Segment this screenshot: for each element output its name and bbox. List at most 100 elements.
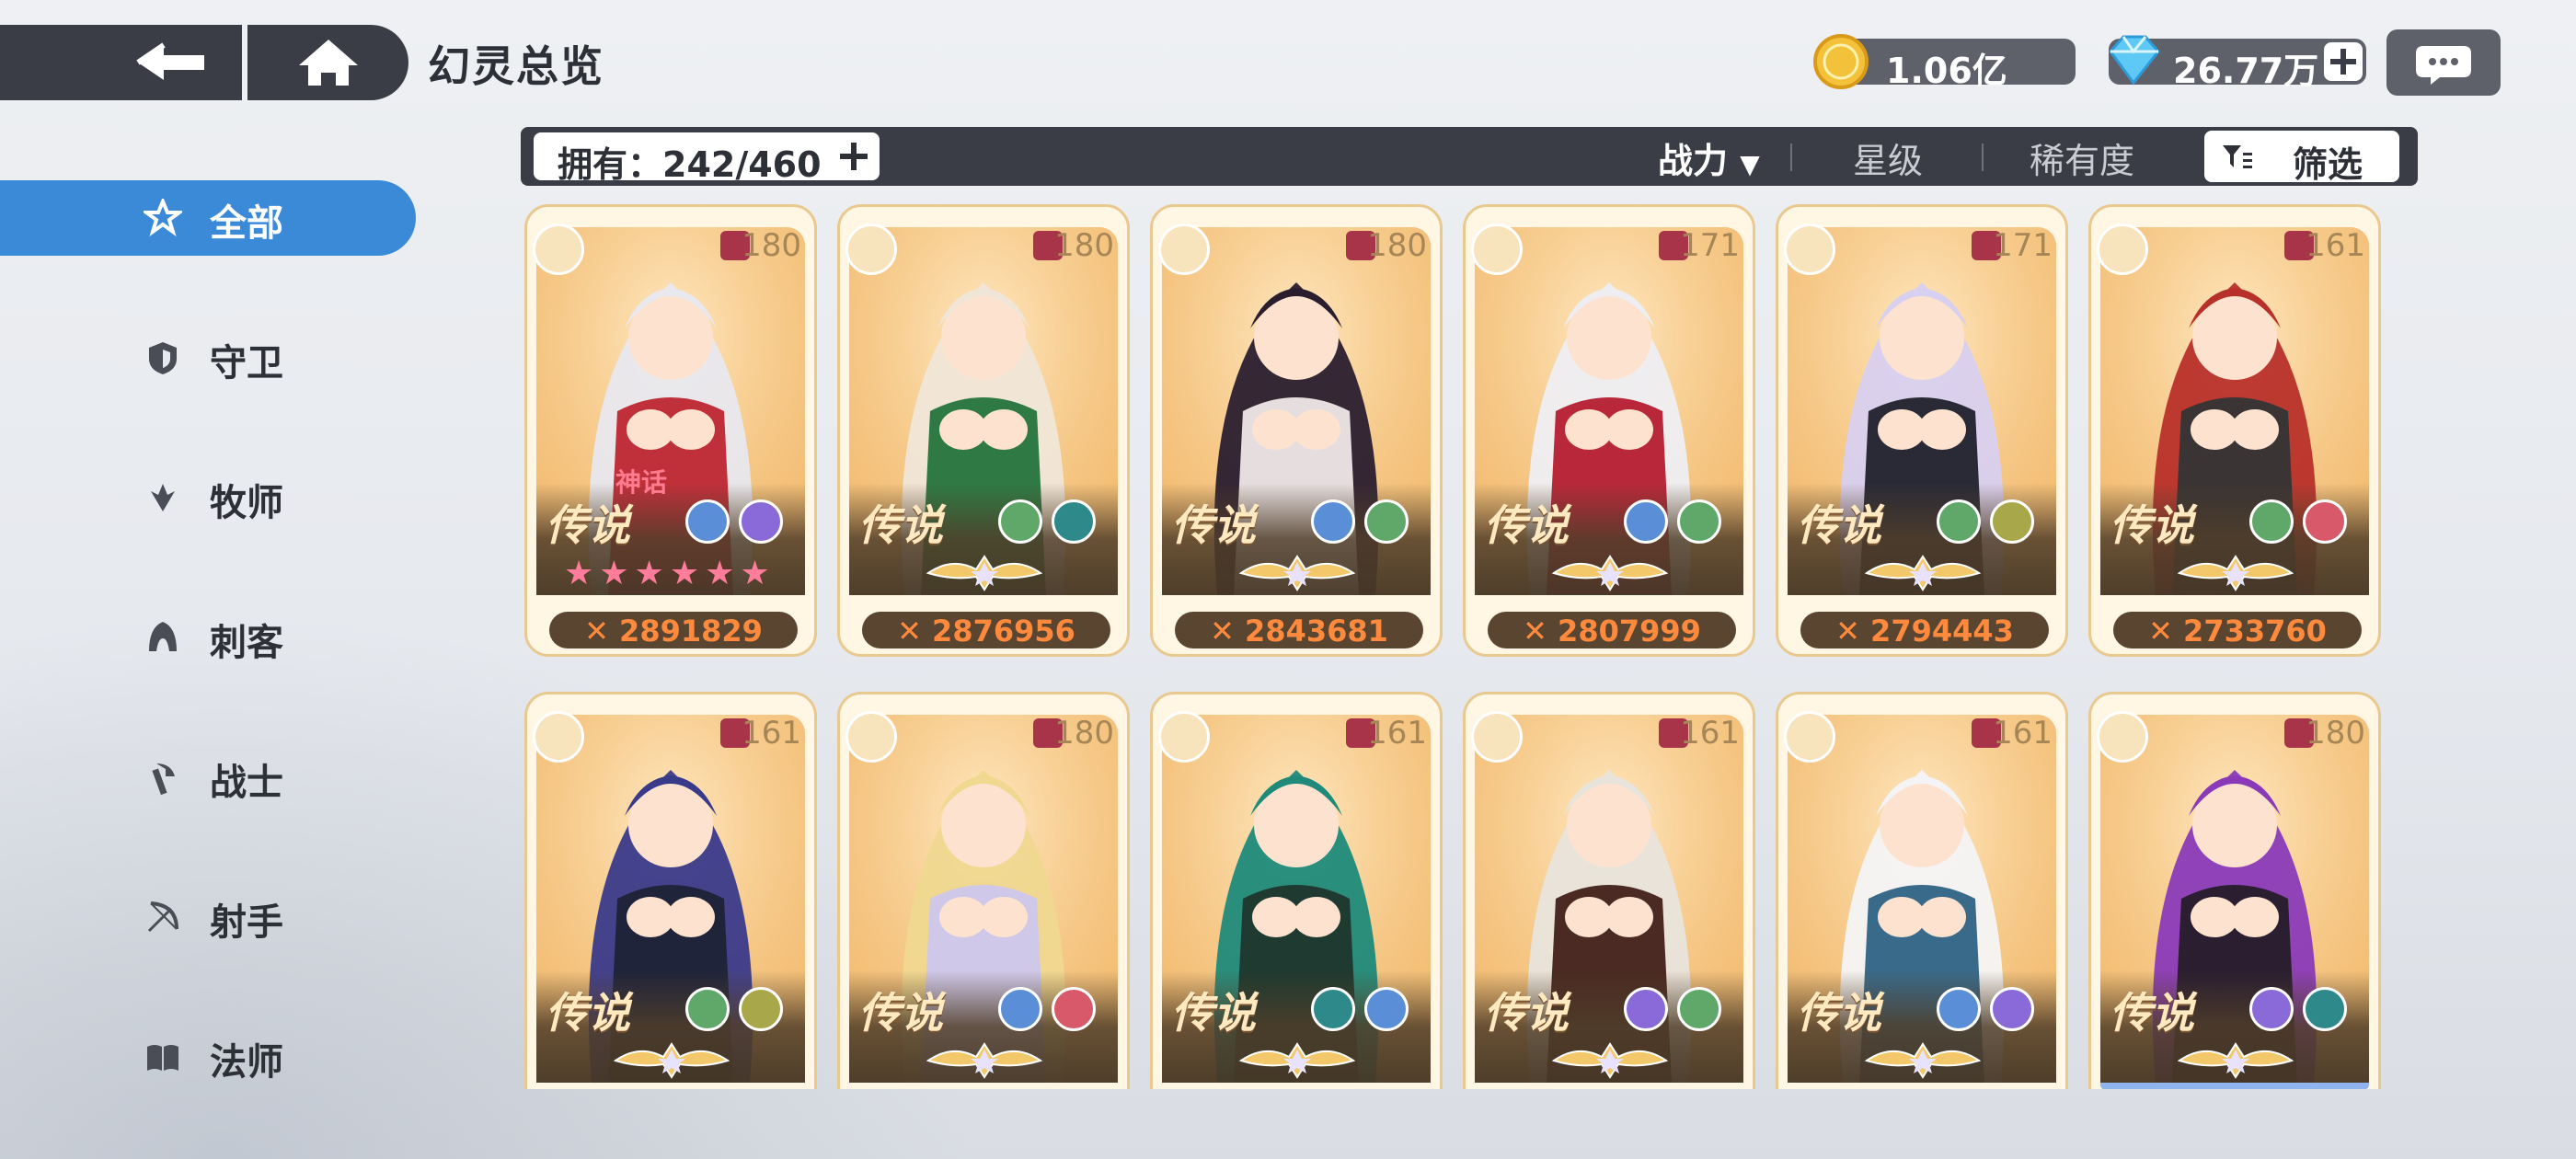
filter-bar: 拥有：242/460 战力 ▼ 星级 稀有度 筛选 xyxy=(521,127,2418,186)
character-card[interactable]: 161 传说 xyxy=(524,692,817,1089)
level-number: 161 xyxy=(742,715,801,752)
sword-icon: ✕ xyxy=(1835,614,1871,648)
myth-label: 神话 xyxy=(615,467,668,498)
sidebar-item-label: 法师 xyxy=(210,1041,283,1084)
level-number: 161 xyxy=(1367,715,1427,752)
bow-icon xyxy=(1158,224,1210,275)
sidebar-item-label: 守卫 xyxy=(210,342,283,384)
rarity-label: 传说 xyxy=(1171,988,1256,1038)
character-card[interactable]: 180 传说 ✕ 2843681 xyxy=(1150,204,1443,657)
plus-icon xyxy=(2330,49,2356,75)
add-gems-button[interactable] xyxy=(2324,42,2363,81)
element-gem-icon xyxy=(1052,987,1096,1031)
home-button[interactable] xyxy=(247,25,408,100)
shield-icon xyxy=(1784,711,1835,763)
element-gem-icon xyxy=(1624,499,1668,544)
sidebar-item-warrior[interactable]: 战士 xyxy=(0,740,416,815)
character-card[interactable]: 171 传说 ✕ 2794443 xyxy=(1776,204,2068,657)
character-card[interactable]: 161 传说 ✕ 2733760 xyxy=(2088,204,2381,657)
shield-icon xyxy=(149,342,177,374)
element-gem-icon xyxy=(1364,499,1409,544)
rarity-label: 传说 xyxy=(2110,988,2194,1038)
sidebar-item-mage[interactable]: 法师 xyxy=(0,1019,416,1095)
element-gem-icon xyxy=(1990,987,2034,1031)
combat-power-number: 2843681 xyxy=(1245,614,1388,648)
character-card[interactable]: 180 传说 xyxy=(2088,692,2381,1089)
character-card[interactable]: 171 传说 ✕ 2807999 xyxy=(1463,204,1755,657)
bow-icon xyxy=(845,711,897,763)
winged-star-crest-icon xyxy=(2177,1042,2294,1079)
winged-star-crest-icon xyxy=(2177,555,2294,591)
top-nav-bar xyxy=(0,25,408,100)
rarity-label: 传说 xyxy=(858,500,943,550)
character-card[interactable]: 161 传说 xyxy=(1463,692,1755,1089)
element-gem-icon xyxy=(685,499,730,544)
character-grid: 180 传说 神话 ★★★★★★ ✕ 2891829 180 传说 ✕ 2876956 180 传… xyxy=(524,204,2383,1089)
character-card[interactable]: 180 传说 ✕ 2876956 xyxy=(837,204,1130,657)
separator xyxy=(1790,143,1792,171)
combat-power-bar: ✕ 2843681 xyxy=(1175,612,1423,648)
combat-power-value: ✕ 2891829 xyxy=(549,614,798,648)
level-number: 180 xyxy=(2306,715,2365,752)
combat-power-value: ✕ 2876956 xyxy=(862,614,1110,648)
winged-star-crest-icon xyxy=(1238,555,1356,591)
axe-icon xyxy=(533,711,584,763)
element-gem-icon xyxy=(998,987,1042,1031)
book-icon xyxy=(147,1045,178,1071)
element-gem-icon xyxy=(1677,987,1721,1031)
winged-star-crest-icon xyxy=(1864,555,1982,591)
separator xyxy=(1982,143,1984,171)
sidebar-item-archer[interactable]: 射手 xyxy=(0,879,416,955)
dropdown-triangle-icon: ▼ xyxy=(1740,149,1760,179)
sidebar-item-all[interactable]: 全部 xyxy=(0,180,416,256)
character-card[interactable]: 161 传说 xyxy=(1150,692,1443,1089)
sword-icon: ✕ xyxy=(1210,614,1246,648)
sort-by-power[interactable]: 战力 ▼ xyxy=(1658,132,1760,183)
element-gem-icon xyxy=(1624,987,1668,1031)
level-number: 161 xyxy=(1680,715,1740,752)
combat-power-bar: ✕ 2807999 xyxy=(1488,612,1736,648)
winged-star-crest-icon xyxy=(1238,1042,1356,1079)
home-icon xyxy=(299,40,358,86)
back-arrow-icon xyxy=(136,42,204,80)
rarity-label: 传说 xyxy=(1797,988,1881,1038)
rarity-label: 传说 xyxy=(1797,500,1881,550)
element-gem-icon xyxy=(1311,987,1355,1031)
sidebar-item-assassin[interactable]: 刺客 xyxy=(0,600,416,675)
sidebar-item-priest[interactable]: 牧师 xyxy=(0,460,416,535)
element-gem-icon xyxy=(2249,499,2294,544)
sword-icon: ✕ xyxy=(897,614,933,648)
element-gem-icon xyxy=(1052,499,1096,544)
filter-funnel-icon xyxy=(2223,145,2252,168)
back-button[interactable] xyxy=(0,25,242,100)
filter-button[interactable]: 筛选 xyxy=(2204,131,2399,185)
rarity-label: 传说 xyxy=(2110,500,2194,550)
sidebar-item-guard[interactable]: 守卫 xyxy=(0,320,416,396)
sword-icon: ✕ xyxy=(1523,614,1558,648)
hood-icon xyxy=(1471,711,1523,763)
element-gem-icon xyxy=(998,499,1042,544)
sidebar-item-label: 战士 xyxy=(210,762,283,804)
sort-by-rarity[interactable]: 稀有度 xyxy=(2030,132,2134,183)
axe-icon xyxy=(152,763,175,796)
sort-by-star[interactable]: 星级 xyxy=(1853,132,1923,183)
level-number: 161 xyxy=(1993,715,2053,752)
character-card[interactable]: 180 传说 神话 ★★★★★★ ✕ 2891829 xyxy=(524,204,817,657)
sidebar-item-label: 全部 xyxy=(210,202,283,245)
plus-icon xyxy=(840,143,868,170)
sort-power-label: 战力 xyxy=(1658,141,1729,181)
element-gem-icon xyxy=(1677,499,1721,544)
hood-icon xyxy=(149,622,177,651)
chat-button[interactable] xyxy=(2386,29,2501,96)
character-card[interactable]: 161 传说 xyxy=(1776,692,2068,1089)
element-gem-icon xyxy=(739,499,783,544)
axe-icon xyxy=(1158,711,1210,763)
combat-power-value: ✕ 2843681 xyxy=(1175,614,1423,648)
character-card[interactable]: 180 传说 xyxy=(837,692,1130,1089)
level-number: 180 xyxy=(742,227,801,264)
winged-star-crest-icon xyxy=(926,555,1043,591)
element-gem-icon xyxy=(1937,987,1981,1031)
level-number: 180 xyxy=(1054,227,1114,264)
owned-count-box[interactable]: 拥有：242/460 xyxy=(534,132,880,185)
winged-star-crest-icon xyxy=(613,1042,730,1079)
